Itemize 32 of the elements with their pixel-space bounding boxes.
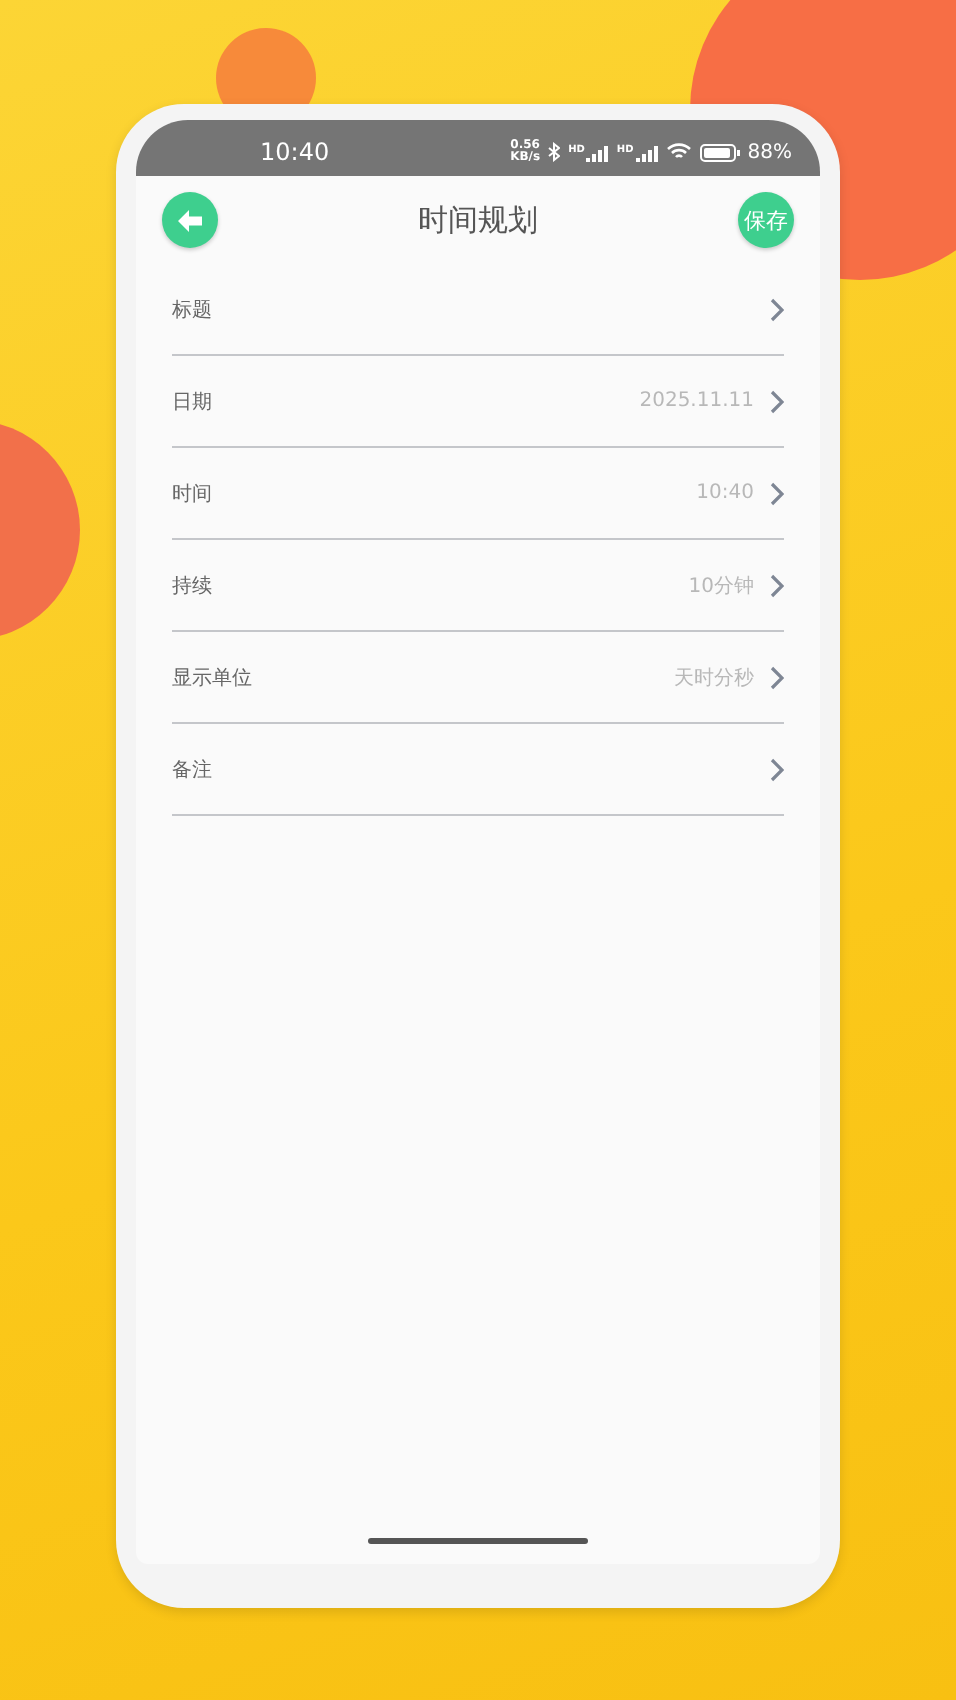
status-time: 10:40	[260, 136, 332, 166]
row-label: 显示单位	[172, 665, 254, 691]
settings-row[interactable]: 显示单位 天时分秒	[172, 632, 784, 724]
signal-icon	[586, 143, 609, 161]
chevron-right-icon	[770, 665, 784, 689]
battery-percent: 88%	[747, 139, 792, 163]
settings-row[interactable]: 持续 10分钟	[172, 540, 784, 632]
wifi-icon	[665, 142, 692, 162]
arrow-left-icon	[178, 209, 202, 231]
row-label: 标题	[172, 297, 214, 323]
battery-icon	[699, 143, 740, 161]
row-value: 10分钟	[688, 573, 754, 599]
settings-row[interactable]: 备注	[172, 724, 784, 816]
row-value: 2025.11.11	[639, 390, 754, 412]
row-label: 时间	[172, 481, 214, 507]
signal-icon	[635, 143, 658, 161]
settings-row[interactable]: 日期 2025.11.11	[172, 356, 784, 448]
row-value: 10:40	[696, 482, 754, 504]
row-value: 天时分秒	[674, 665, 754, 691]
bluetooth-icon	[548, 142, 561, 162]
chevron-right-icon	[770, 297, 784, 321]
back-button[interactable]	[162, 192, 218, 248]
settings-row[interactable]: 时间 10:40	[172, 448, 784, 540]
settings-row[interactable]: 标题	[172, 264, 784, 356]
row-label: 持续	[172, 573, 214, 599]
chevron-right-icon	[770, 481, 784, 505]
chevron-right-icon	[770, 389, 784, 413]
page-title: 时间规划	[418, 201, 538, 239]
row-label: 备注	[172, 757, 214, 783]
chevron-right-icon	[770, 573, 784, 597]
chevron-right-icon	[770, 757, 784, 781]
row-label: 日期	[172, 389, 214, 415]
